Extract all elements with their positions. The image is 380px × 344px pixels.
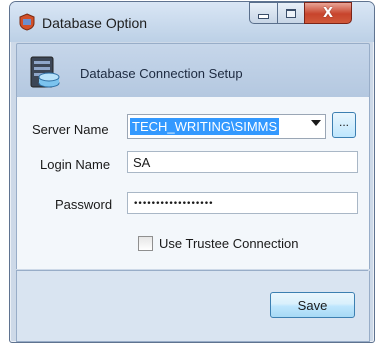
login-name-label: Login Name	[40, 157, 111, 172]
window-title: Database Option	[42, 15, 148, 31]
database-server-icon	[30, 56, 60, 88]
browse-server-button[interactable]: ...	[332, 112, 356, 138]
minimize-button[interactable]	[249, 2, 277, 24]
login-name-field[interactable]: SA	[127, 151, 358, 173]
minimize-icon	[258, 14, 269, 19]
database-app-icon	[19, 13, 35, 31]
header-title: Database Connection Setup	[80, 66, 243, 81]
close-icon: X	[322, 5, 334, 21]
server-name-combobox[interactable]: TECH_WRITING\SIMMS	[127, 114, 326, 139]
password-field[interactable]: ••••••••••••••••••	[127, 192, 358, 214]
password-label: Password	[55, 197, 113, 212]
use-trustee-connection-label[interactable]: Use Trustee Connection	[159, 236, 298, 251]
dropdown-arrow-icon[interactable]	[311, 120, 321, 126]
maximize-icon	[286, 8, 296, 18]
server-name-label: Server Name	[32, 122, 109, 137]
title-bar[interactable]: Database Option X	[10, 2, 374, 42]
server-name-value: TECH_WRITING\SIMMS	[130, 118, 280, 135]
save-button[interactable]: Save	[270, 292, 355, 318]
use-trustee-connection-checkbox[interactable]	[138, 236, 153, 251]
close-button[interactable]: X	[304, 2, 352, 24]
maximize-button[interactable]	[277, 2, 304, 24]
